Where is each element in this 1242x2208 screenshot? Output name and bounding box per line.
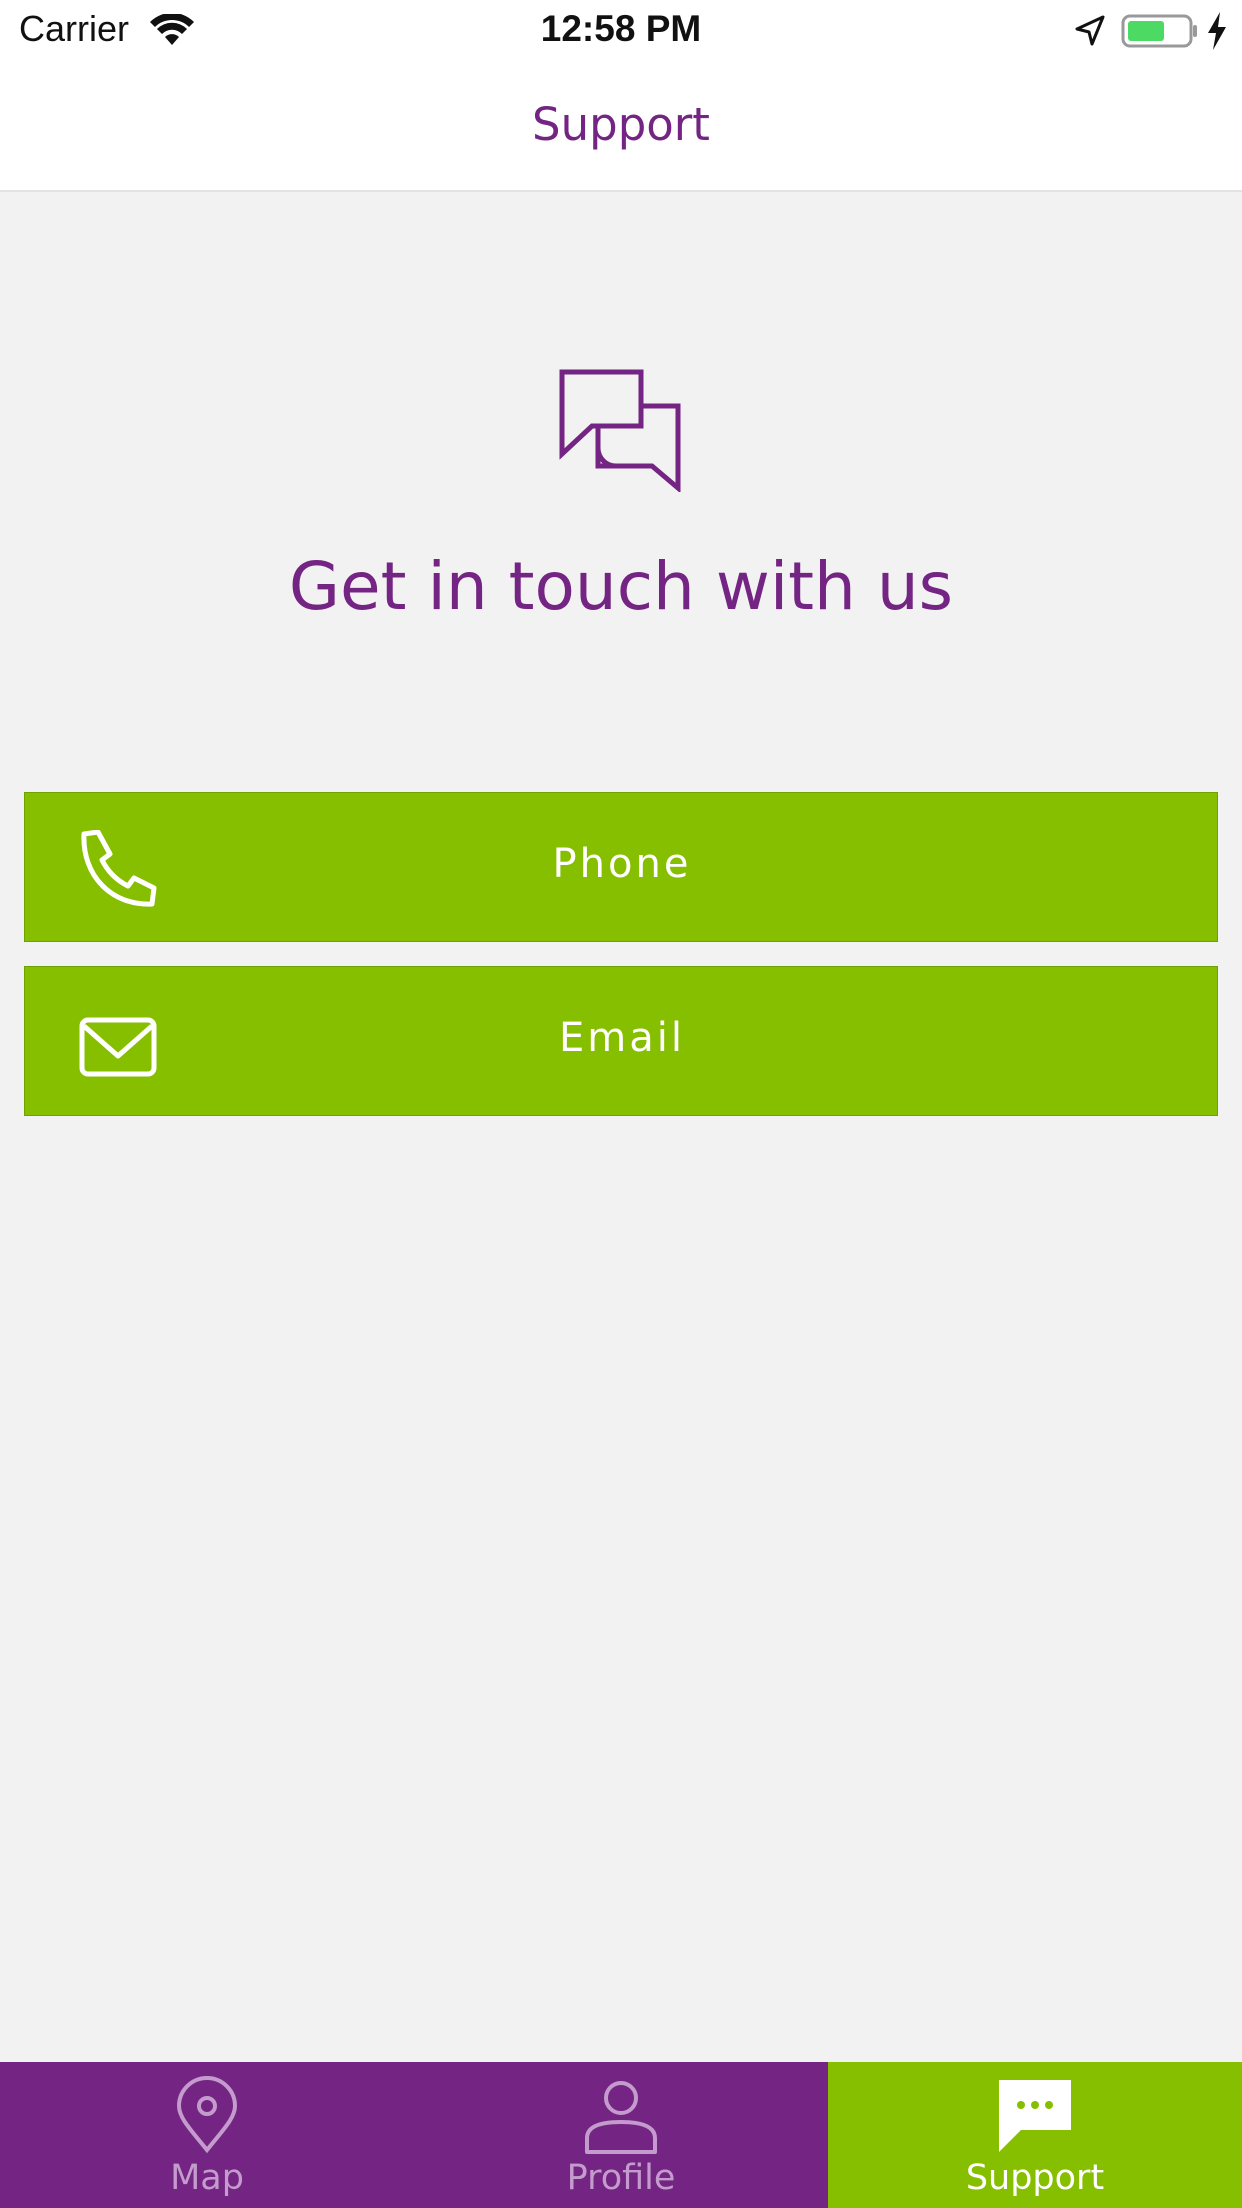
- status-bar: Carrier 12:58 PM: [0, 0, 1242, 62]
- email-button[interactable]: Email: [24, 966, 1218, 1116]
- page-title: Support: [532, 98, 710, 151]
- tab-profile[interactable]: Profile: [414, 2062, 828, 2208]
- map-pin-icon: [176, 2076, 238, 2154]
- tab-profile-label: Profile: [566, 2158, 676, 2198]
- tab-support-label: Support: [965, 2158, 1105, 2198]
- phone-button-label: Phone: [552, 841, 692, 887]
- battery-icon: [1121, 14, 1197, 48]
- location-arrow-icon: [1075, 15, 1105, 46]
- tab-support[interactable]: Support: [828, 2062, 1242, 2208]
- phone-button[interactable]: Phone: [24, 792, 1218, 942]
- nav-bar: Support: [0, 62, 1242, 192]
- tab-map-label: Map: [170, 2158, 244, 2198]
- email-button-label: Email: [559, 1015, 685, 1061]
- tab-bar: Map Profile Support: [0, 2062, 1242, 2208]
- user-icon: [585, 2081, 657, 2154]
- contact-heading: Get in touch with us: [288, 548, 954, 625]
- charging-bolt-icon: [1208, 12, 1226, 50]
- chat-bubbles-icon: [559, 369, 681, 492]
- chat-bubble-icon: [999, 2080, 1071, 2152]
- tab-map[interactable]: Map: [0, 2062, 414, 2208]
- status-time: 12:58 PM: [540, 8, 702, 49]
